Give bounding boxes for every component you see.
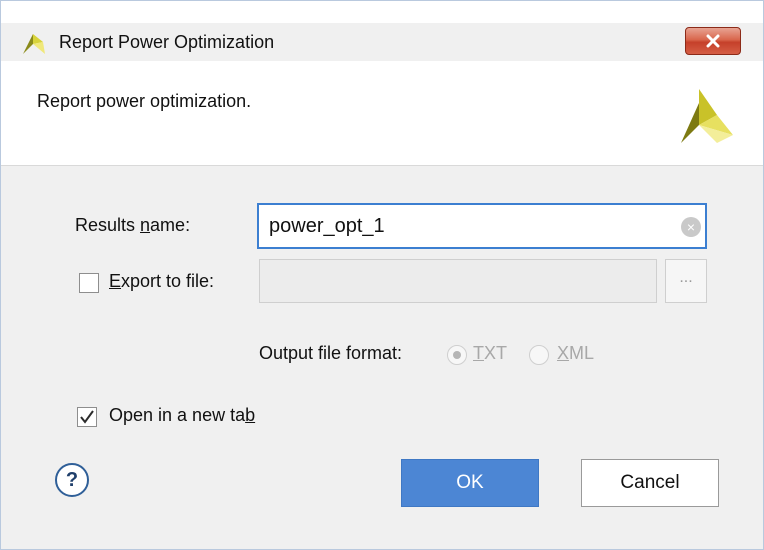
dialog-description: Report power optimization.	[37, 91, 252, 111]
ok-button[interactable]: OK	[401, 459, 539, 507]
open-in-new-tab-checkbox[interactable]	[77, 407, 97, 427]
browse-button[interactable]: ...	[665, 259, 707, 303]
txt-radio[interactable]	[447, 345, 467, 365]
txt-radio-label: TXT	[473, 343, 508, 363]
dialog-header: Report power optimization.	[1, 61, 763, 166]
results-name-label: Results name:	[75, 215, 191, 235]
export-to-file-checkbox[interactable]	[79, 273, 99, 293]
checkmark-icon	[80, 410, 94, 424]
output-file-format-label: Output file format:	[259, 343, 403, 363]
report-power-optimization-dialog: Report Power Optimization Report power o…	[0, 0, 764, 550]
xilinx-logo-icon	[23, 34, 45, 54]
title-bar-top	[1, 1, 763, 23]
help-icon[interactable]: ?	[55, 463, 89, 497]
results-name-input[interactable]	[269, 211, 669, 241]
export-file-path-input[interactable]	[259, 259, 657, 303]
export-to-file-label: Export to file:	[109, 271, 215, 291]
cancel-button[interactable]: Cancel	[581, 459, 719, 507]
close-button[interactable]	[685, 27, 741, 55]
open-in-new-tab-label: Open in a new tab	[109, 405, 256, 425]
close-icon	[706, 34, 720, 48]
xilinx-logo-icon	[681, 89, 733, 143]
clear-icon[interactable]: ×	[681, 217, 701, 237]
xml-radio-label: XML	[557, 343, 595, 363]
results-name-field[interactable]: ×	[257, 203, 707, 249]
xml-radio[interactable]	[529, 345, 549, 365]
window-title: Report Power Optimization	[59, 32, 275, 52]
